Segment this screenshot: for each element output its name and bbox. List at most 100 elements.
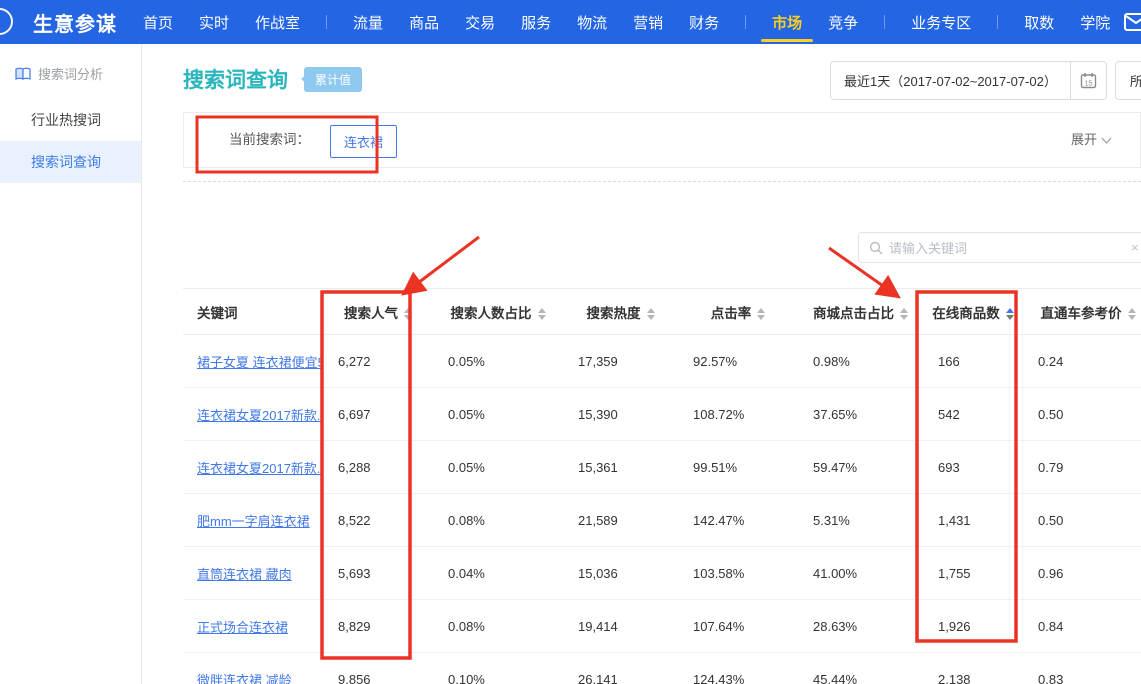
table-row: 正式场合连衣裙8,8290.08%19,414107.64%28.63%1,92…: [183, 600, 1141, 653]
clear-search-icon[interactable]: ×: [1131, 240, 1139, 255]
search-icon: [869, 241, 883, 255]
data-cell: 41.00%: [798, 547, 923, 600]
keyword-link[interactable]: 正式场合连衣裙: [197, 620, 288, 635]
nav-divider: [326, 15, 327, 29]
sort-icon[interactable]: [1128, 308, 1136, 320]
expand-link[interactable]: 展开: [1071, 113, 1112, 167]
nav-item-service[interactable]: 服务: [521, 0, 551, 44]
sort-icon[interactable]: [538, 308, 546, 320]
data-cell: 2,138: [923, 653, 1023, 684]
chevron-down-icon: [1101, 137, 1112, 144]
data-cell: 0.96: [1023, 547, 1141, 600]
keyword-cell: 裙子女夏 连衣裙便宜5...: [183, 335, 323, 388]
nav-item-biz-zone[interactable]: 业务专区: [911, 0, 971, 44]
data-cell: 21,589: [563, 494, 678, 547]
data-cell: 0.50: [1023, 494, 1141, 547]
brand-logo-icon: [0, 8, 13, 35]
keyword-link[interactable]: 肥mm一字肩连衣裙: [197, 514, 310, 529]
data-cell: 693: [923, 441, 1023, 494]
nav-item-home[interactable]: 首页: [143, 0, 173, 44]
keyword-search-input[interactable]: 请输入关键词 ×: [858, 232, 1141, 263]
data-cell: 166: [923, 335, 1023, 388]
table-row: 裙子女夏 连衣裙便宜5...6,2720.05%17,35992.57%0.98…: [183, 335, 1141, 388]
table-row: 连衣裙女夏2017新款...6,6970.05%15,390108.72%37.…: [183, 388, 1141, 441]
data-cell: 59.47%: [798, 441, 923, 494]
sidebar-item-industry-hot-words[interactable]: 行业热搜词: [0, 99, 141, 141]
data-cell: 6,272: [323, 335, 433, 388]
nav-item-logistics[interactable]: 物流: [577, 0, 607, 44]
data-cell: 0.50: [1023, 388, 1141, 441]
data-cell: 37.65%: [798, 388, 923, 441]
sort-icon[interactable]: [1006, 308, 1014, 320]
data-cell: 0.05%: [433, 441, 563, 494]
col-header-searcher-ratio[interactable]: 搜索人数占比: [433, 289, 563, 335]
data-cell: 8,829: [323, 600, 433, 653]
data-cell: 8,522: [323, 494, 433, 547]
sidebar-section-label: 搜索词分析: [38, 64, 103, 83]
nav-item-trade[interactable]: 交易: [465, 0, 495, 44]
sort-icon[interactable]: [900, 308, 908, 320]
calendar-button[interactable]: 15: [1071, 61, 1107, 100]
data-cell: 0.08%: [433, 600, 563, 653]
sidebar-section-header: 搜索词分析: [0, 44, 141, 99]
nav-item-marketing[interactable]: 营销: [633, 0, 663, 44]
mail-icon[interactable]: [1124, 13, 1141, 31]
keyword-cell: 连衣裙女夏2017新款...: [183, 441, 323, 494]
col-header-search-heat[interactable]: 搜索热度: [563, 289, 678, 335]
nav-item-finance[interactable]: 财务: [689, 0, 719, 44]
nav-item-market[interactable]: 市场: [772, 0, 802, 44]
data-cell: 542: [923, 388, 1023, 441]
sort-icon[interactable]: [404, 308, 412, 320]
data-cell: 17,359: [563, 335, 678, 388]
sidebar-item-search-word-query[interactable]: 搜索词查询: [0, 141, 141, 183]
current-search-panel: 当前搜索词： 连衣裙 展开: [183, 112, 1141, 168]
date-range-selector[interactable]: 最近1天（2017-07-02~2017-07-02）: [830, 61, 1071, 100]
col-header-click-rate[interactable]: 点击率: [678, 289, 798, 335]
nav-item-compete[interactable]: 竞争: [828, 0, 858, 44]
col-header-ztc-ref-price[interactable]: 直通车参考价: [1023, 289, 1141, 335]
data-cell: 45.44%: [798, 653, 923, 684]
table-row: 微胖连衣裙 减龄9,8560.10%26,141124.43%45.44%2,1…: [183, 653, 1141, 684]
nav-item-traffic[interactable]: 流量: [353, 0, 383, 44]
keyword-link[interactable]: 直筒连衣裙 藏肉: [197, 567, 292, 582]
data-cell: 142.47%: [678, 494, 798, 547]
main-content: 搜索词查询 累计值 最近1天（2017-07-02~2017-07-02） 15…: [142, 44, 1141, 684]
data-cell: 1,431: [923, 494, 1023, 547]
sort-icon[interactable]: [647, 308, 655, 320]
book-icon: [15, 67, 31, 81]
keyword-cell: 肥mm一字肩连衣裙: [183, 494, 323, 547]
data-cell: 1,926: [923, 600, 1023, 653]
data-cell: 1,755: [923, 547, 1023, 600]
nav-item-data[interactable]: 取数: [1024, 0, 1054, 44]
data-cell: 103.58%: [678, 547, 798, 600]
data-cell: 19,414: [563, 600, 678, 653]
table-body: 裙子女夏 连衣裙便宜5...6,2720.05%17,35992.57%0.98…: [183, 335, 1141, 684]
data-cell: 5,693: [323, 547, 433, 600]
keyword-cell: 直筒连衣裙 藏肉: [183, 547, 323, 600]
keyword-link[interactable]: 连衣裙女夏2017新款...: [197, 408, 323, 423]
data-cell: 15,036: [563, 547, 678, 600]
nav-divider: [745, 15, 746, 29]
col-header-search-popularity[interactable]: 搜索人气: [323, 289, 433, 335]
data-cell: 0.05%: [433, 335, 563, 388]
current-keyword-tag[interactable]: 连衣裙: [330, 125, 397, 158]
current-search-label: 当前搜索词：: [229, 113, 310, 167]
sort-icon[interactable]: [757, 308, 765, 320]
data-cell: 26,141: [563, 653, 678, 684]
data-cell: 0.10%: [433, 653, 563, 684]
keyword-link[interactable]: 裙子女夏 连衣裙便宜5...: [197, 355, 323, 370]
keyword-link[interactable]: 连衣裙女夏2017新款...: [197, 461, 323, 476]
data-cell: 28.63%: [798, 600, 923, 653]
svg-text:15: 15: [1084, 81, 1092, 88]
nav-item-academy[interactable]: 学院: [1080, 0, 1110, 44]
col-header-mall-click-ratio[interactable]: 商城点击占比: [798, 289, 923, 335]
nav-item-realtime[interactable]: 实时: [199, 0, 229, 44]
nav-item-war-room[interactable]: 作战室: [255, 0, 300, 44]
nav-item-goods[interactable]: 商品: [409, 0, 439, 44]
data-cell: 6,697: [323, 388, 433, 441]
col-header-online-products[interactable]: 在线商品数: [923, 289, 1023, 335]
page-title: 搜索词查询: [183, 64, 288, 94]
terminal-selector[interactable]: 所有终端: [1115, 61, 1141, 100]
table-row: 直筒连衣裙 藏肉5,6930.04%15,036103.58%41.00%1,7…: [183, 547, 1141, 600]
keyword-link[interactable]: 微胖连衣裙 减龄: [197, 673, 292, 684]
